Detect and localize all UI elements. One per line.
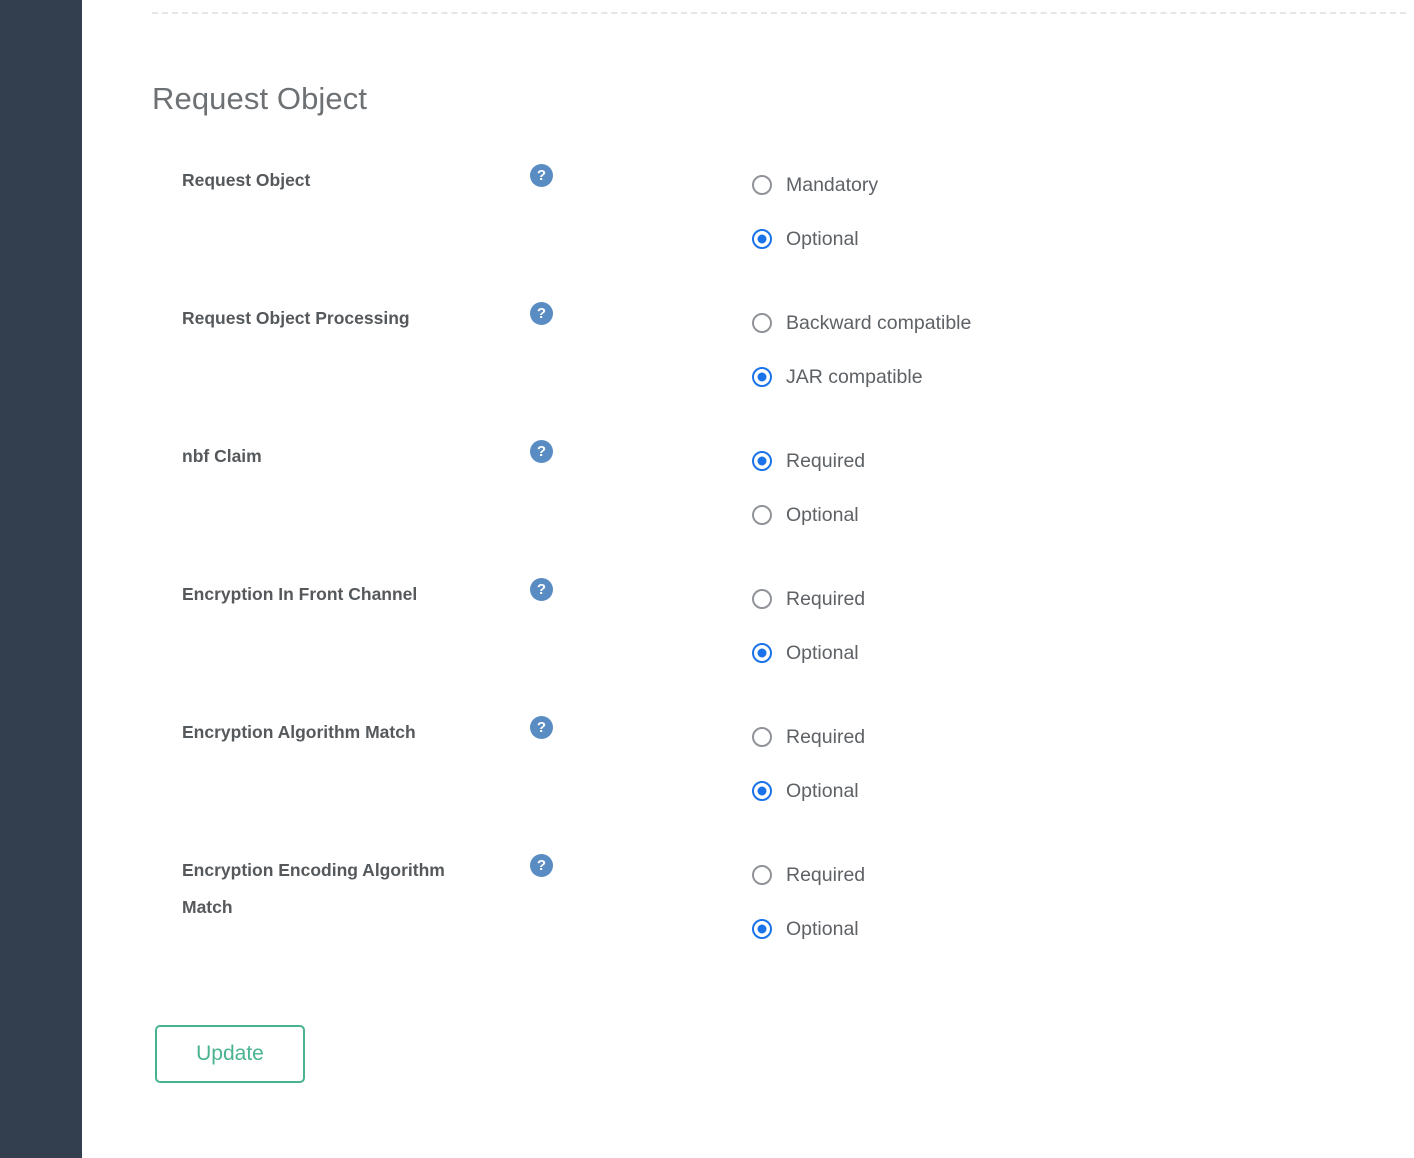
radio-option[interactable]: Optional (752, 212, 878, 266)
radio-group: Required Optional (752, 848, 865, 956)
top-dashed-divider (152, 12, 1406, 14)
radio-selected-icon[interactable] (752, 451, 772, 471)
radio-unselected-icon[interactable] (752, 505, 772, 525)
radio-option[interactable]: Optional (752, 626, 865, 680)
radio-option[interactable]: JAR compatible (752, 350, 971, 404)
help-question-mark-icon[interactable]: ? (530, 302, 553, 325)
form-row: Encryption Encoding Algorithm Match? Requ… (82, 830, 1414, 968)
update-button[interactable]: Update (155, 1025, 305, 1083)
form-row-label: Encryption In Front Channel (182, 584, 418, 604)
help-question-mark-icon[interactable]: ? (530, 578, 553, 601)
form-row: Encryption Algorithm Match? Required Optio… (82, 692, 1414, 830)
radio-option[interactable]: Optional (752, 902, 865, 956)
radio-unselected-icon[interactable] (752, 589, 772, 609)
radio-option[interactable]: Required (752, 710, 865, 764)
radio-option[interactable]: Backward compatible (752, 296, 971, 350)
radio-group: Required Optional (752, 710, 865, 818)
radio-option-label: Required (786, 725, 866, 748)
radio-option-label: Optional (786, 503, 859, 526)
left-navigation-rail (0, 0, 82, 1158)
radio-group: Mandatory Optional (752, 158, 878, 266)
request-object-settings-form: Request Object? Mandatory Optional Request … (82, 140, 1414, 968)
radio-selected-icon[interactable] (752, 229, 772, 249)
radio-group: Backward compatible JAR compatible (752, 296, 971, 404)
radio-unselected-icon[interactable] (752, 175, 772, 195)
radio-option[interactable]: Optional (752, 764, 865, 818)
radio-option-label: JAR compatible (786, 365, 923, 388)
form-row-label: nbf Claim (182, 446, 262, 466)
form-row-label: Request Object Processing (182, 308, 410, 328)
radio-option[interactable]: Required (752, 848, 865, 902)
form-row-label: Request Object (182, 170, 311, 190)
form-row-label: Encryption Encoding Algorithm Match (182, 860, 445, 917)
form-row: Request Object? Mandatory Optional (82, 140, 1414, 278)
form-row-label: Encryption Algorithm Match (182, 722, 416, 742)
radio-option[interactable]: Required (752, 572, 865, 626)
main-content-panel: Request Object Request Object? Mandatory O… (82, 0, 1414, 1158)
radio-option-label: Optional (786, 917, 859, 940)
help-question-mark-icon[interactable]: ? (530, 440, 553, 463)
help-question-mark-icon[interactable]: ? (530, 854, 553, 877)
page-title: Request Object (152, 80, 368, 116)
radio-option-label: Optional (786, 779, 859, 802)
radio-option-label: Required (786, 863, 866, 886)
radio-option-label: Required (786, 449, 866, 472)
radio-unselected-icon[interactable] (752, 313, 772, 333)
form-row: Request Object Processing? Backward compa… (82, 278, 1414, 416)
radio-option[interactable]: Required (752, 434, 865, 488)
form-row: nbf Claim? Required Optional (82, 416, 1414, 554)
radio-unselected-icon[interactable] (752, 865, 772, 885)
radio-option-label: Backward compatible (786, 311, 972, 334)
radio-selected-icon[interactable] (752, 367, 772, 387)
radio-group: Required Optional (752, 572, 865, 680)
radio-option-label: Optional (786, 227, 859, 250)
help-question-mark-icon[interactable]: ? (530, 716, 553, 739)
radio-option[interactable]: Mandatory (752, 158, 878, 212)
help-question-mark-icon[interactable]: ? (530, 164, 553, 187)
radio-selected-icon[interactable] (752, 919, 772, 939)
radio-option-label: Optional (786, 641, 859, 664)
radio-option-label: Mandatory (786, 173, 879, 196)
radio-unselected-icon[interactable] (752, 727, 772, 747)
radio-group: Required Optional (752, 434, 865, 542)
radio-selected-icon[interactable] (752, 781, 772, 801)
form-row: Encryption In Front Channel? Required Opti… (82, 554, 1414, 692)
radio-option-label: Required (786, 587, 866, 610)
radio-selected-icon[interactable] (752, 643, 772, 663)
radio-option[interactable]: Optional (752, 488, 865, 542)
